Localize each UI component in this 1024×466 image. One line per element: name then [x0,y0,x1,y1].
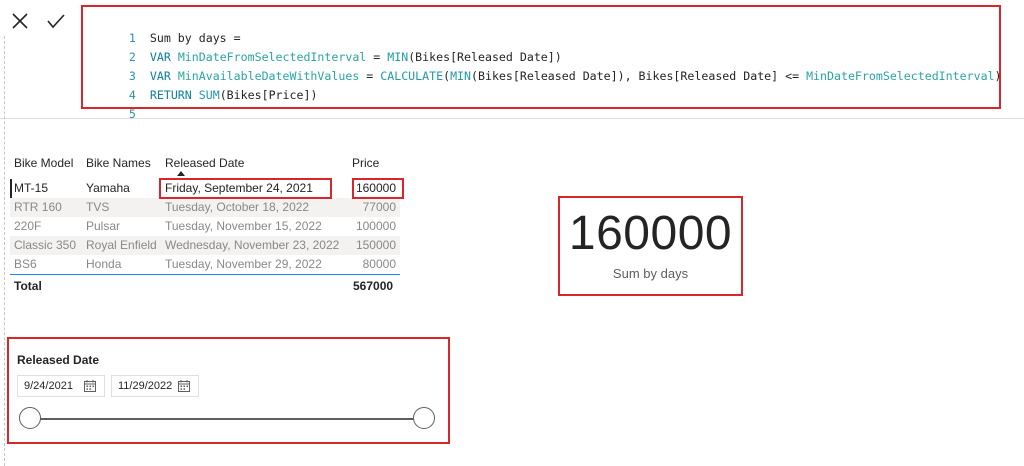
cell-bike-model: 220F [14,219,42,233]
table-row[interactable]: BS6 Honda Tuesday, November 29, 2022 800… [10,255,400,274]
close-icon[interactable] [9,10,31,32]
table-row[interactable]: RTR 160 TVS Tuesday, October 18, 2022 77… [10,198,400,217]
total-label: Total [14,279,42,293]
cell-bike-name: Royal Enfield [86,238,157,252]
cell-price: 150000 [355,238,396,252]
cell-bike-model: BS6 [14,257,37,271]
cell-bike-model: MT-15 [14,181,49,195]
cell-released-date: Tuesday, November 29, 2022 [165,257,322,271]
card-value: 160000 [568,207,733,260]
code-line-5: 5 [87,86,143,121]
code-line-2: 2 VAR MinDateFromSelectedInterval = MIN(… [87,29,562,64]
total-value: 567000 [353,279,394,293]
column-header-released-date[interactable]: Released Date [165,156,244,170]
canvas-left-divider [4,36,5,466]
cell-bike-name: Honda [86,257,122,271]
cell-bike-model: RTR 160 [14,200,62,214]
check-icon[interactable] [45,10,67,32]
column-header-bike-names[interactable]: Bike Names [86,156,151,170]
start-date-input[interactable]: 9/24/2021 [17,375,105,397]
row-selection-indicator [10,179,12,198]
calendar-icon[interactable] [84,380,96,392]
calendar-icon[interactable] [178,380,190,392]
sort-ascending-icon [177,171,185,176]
price-highlight [352,178,404,199]
dax-code-editor[interactable]: 1 Sum by days = 2 VAR MinDateFromSelecte… [81,5,1002,121]
table-row[interactable]: Classic 350 Royal Enfield Wednesday, Nov… [10,236,400,255]
cell-released-date: Wednesday, November 23, 2022 [165,238,340,252]
column-header-bike-model[interactable]: Bike Model [14,156,73,170]
code-line-1: 1 Sum by days = [87,10,241,45]
cell-bike-name: TVS [86,200,110,214]
cell-bike-name: Pulsar [86,219,121,233]
range-slider-end-handle[interactable] [413,407,435,429]
sum-by-days-card[interactable]: 160000 Sum by days [558,196,743,296]
line-number: 5 [128,107,136,121]
code-line-3: 3 VAR MinAvailableDateWithValues = CALCU… [87,48,1002,83]
card-label: Sum by days [612,266,689,281]
formula-bar: 1 Sum by days = 2 VAR MinDateFromSelecte… [0,0,1024,121]
total-divider [10,274,400,275]
cell-price: 100000 [355,219,396,233]
table-row[interactable]: 220F Pulsar Tuesday, November 15, 2022 1… [10,217,400,236]
cell-price: 80000 [362,257,396,271]
released-date-highlight [159,178,332,199]
range-slider-track[interactable] [30,418,425,420]
end-date-value: 11/29/2022 [118,380,173,392]
cell-bike-model: Classic 350 [14,238,77,252]
code-text: RETURN SUM(Bikes[Price]) [149,88,318,102]
end-date-input[interactable]: 11/29/2022 [111,375,199,397]
column-header-price[interactable]: Price [352,156,379,170]
cell-released-date: Tuesday, October 18, 2022 [165,200,310,214]
cell-price: 77000 [362,200,396,214]
released-date-slicer: Released Date 9/24/2021 11/29/2022 [7,337,450,444]
slicer-title: Released Date [17,353,100,367]
code-line-4: 4 RETURN SUM(Bikes[Price]) [87,67,318,102]
cell-bike-name: Yamaha [86,181,130,195]
start-date-value: 9/24/2021 [24,380,73,392]
cell-released-date: Tuesday, November 15, 2022 [165,219,322,233]
range-slider-start-handle[interactable] [19,407,41,429]
